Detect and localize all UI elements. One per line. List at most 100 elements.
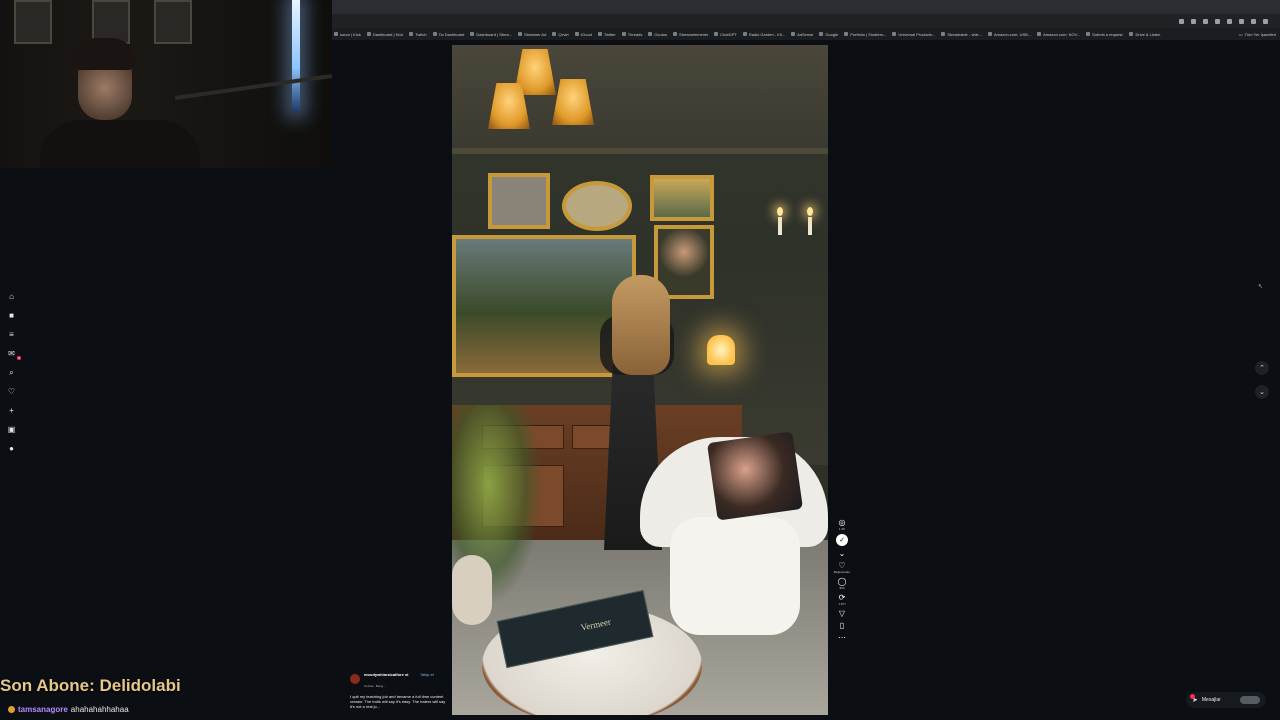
painting-frame [650, 175, 714, 221]
coins-button[interactable]: ◎ 1.3K [839, 518, 846, 531]
plus-icon[interactable]: + [5, 404, 18, 417]
favicon-icon [844, 32, 849, 36]
bookmark[interactable]: Streamer Ad [518, 32, 546, 37]
bookmark[interactable]: ChatGPT [714, 32, 737, 37]
bookmark[interactable]: Twitch [409, 32, 427, 37]
bookmark[interactable]: Twitter [597, 32, 616, 37]
bookmark[interactable]: Google [819, 32, 838, 37]
candle-flame [807, 207, 813, 216]
message-icon[interactable]: ▣ [5, 423, 18, 436]
bookmark-label: Ocutus [654, 31, 668, 37]
list-icon[interactable]: ≡ [5, 328, 18, 341]
extension-icon[interactable] [1203, 18, 1208, 24]
bookmark-label: Streamer Ad [524, 31, 547, 37]
bookmark[interactable]: Drive & Listen [1129, 32, 1160, 37]
bookmark-label: Amazon.com: USB... [994, 31, 1032, 37]
bookmark[interactable]: Universal Products... [892, 32, 935, 37]
bookmark-button[interactable]: ▯ [840, 621, 844, 630]
bookmark-icon: ▯ [839, 621, 845, 630]
bookmark-label: Streamelements [679, 31, 709, 37]
like-label: Beğenmeler [833, 570, 851, 574]
extension-icon[interactable] [1179, 18, 1184, 24]
menu-icon[interactable] [1263, 18, 1268, 24]
bookmark[interactable]: Amazon.com: USB... [988, 32, 1031, 37]
favicon-icon [334, 32, 338, 36]
creator-username[interactable]: moodywhimsicalfore st [364, 672, 416, 677]
chevron-down-icon[interactable]: ⌄ [839, 549, 846, 558]
previous-video-button[interactable]: ⌃ [1255, 361, 1269, 375]
bookmark[interactable]: sonor | Kick [334, 32, 361, 37]
profile-icon[interactable]: ● [5, 442, 18, 455]
next-video-button[interactable]: ⌄ [1255, 385, 1269, 399]
share-button[interactable]: ▽ [839, 609, 845, 618]
follow-avatar-button[interactable]: ✓ [836, 534, 848, 546]
led-light-bar [292, 0, 300, 112]
bookmark[interactable]: Dashboard | Strea... [470, 32, 512, 37]
inbox-icon[interactable]: ✉ 2 [5, 347, 21, 360]
extension-icon[interactable] [1227, 18, 1232, 24]
browser-toolbar [332, 14, 1280, 28]
bookmark[interactable]: AdSense [791, 32, 813, 37]
bookmark[interactable]: Threads [621, 32, 642, 37]
favicon-icon [988, 32, 992, 36]
bookmark[interactable]: iCloud [574, 31, 592, 37]
tiktok-sidebar: ⌂ ■ ≡ ✉ 2 ⌕ ♡ + ▣ ● [5, 290, 21, 455]
extension-icon[interactable] [1239, 18, 1244, 24]
bookmark[interactable]: Ocutus [648, 32, 667, 37]
painting-frame [488, 173, 550, 229]
last-subscriber-text: Son Abone: Delidolabi [0, 676, 181, 695]
candle [808, 217, 812, 235]
following-icon[interactable]: ■ [5, 309, 18, 322]
bookmark[interactable]: Radio Garden - Kli... [742, 32, 785, 37]
bookmark-label: Google [825, 31, 839, 37]
bookmark-label: iCloud [580, 31, 592, 37]
more-icon: ⋯ [838, 633, 846, 642]
follow-button[interactable]: Takip et [420, 672, 434, 677]
bookmark[interactable]: Streamelements [673, 32, 708, 37]
all-bookmarks-label: Tüm Yer İşaretleri [1244, 31, 1276, 37]
bookmark[interactable]: Amazon.com: KOV... [1037, 32, 1080, 37]
bookmark[interactable]: Dashboard | Kick [366, 31, 404, 37]
creator-avatar[interactable] [350, 674, 360, 684]
inbox-badge: 2 [17, 356, 21, 360]
bookmark[interactable]: Portfolio | Shutters... [844, 32, 886, 37]
favicon-icon [941, 32, 946, 36]
messages-button[interactable]: ➤ Mesajlar [1186, 692, 1266, 708]
like-button[interactable]: ♡ Beğenmeler [834, 561, 850, 574]
bookmark-label: sonor | Kick [340, 31, 361, 37]
mouse-cursor-icon: ↖ [1258, 284, 1264, 290]
share-icon: ▽ [838, 609, 846, 618]
bookmarks-bar: sonor | Kick Dashboard | Kick Twitch Tw … [332, 28, 1280, 40]
bookmark[interactable]: Tw Dashboard [432, 31, 465, 37]
crown-molding [452, 148, 828, 154]
home-icon[interactable]: ⌂ [5, 290, 18, 303]
favicon-icon [366, 32, 371, 36]
search-icon[interactable]: ⌕ [5, 366, 18, 379]
profile-icon[interactable] [1251, 18, 1256, 24]
armchair-seat [670, 517, 800, 635]
bookmark[interactable]: Submit a request: [1086, 32, 1123, 37]
floral-pillow [706, 431, 804, 521]
music-label[interactable]: Cocina · Beng... [364, 684, 386, 688]
video-player[interactable]: Vermeer [452, 45, 828, 715]
bookmark-label: Tw Dashboard [438, 31, 465, 37]
favicon-icon [432, 32, 437, 36]
bookmark-label: Dashboard | Kick [372, 31, 404, 37]
bookmark-star-icon[interactable] [1191, 18, 1196, 24]
heart-icon[interactable]: ♡ [5, 385, 18, 398]
chat-username: tamsanagore [18, 705, 68, 714]
comment-button[interactable]: ◯ 904 [838, 577, 847, 590]
bookmark-label: Portfolio | Shutters... [850, 31, 887, 37]
more-button[interactable]: ⋯ [838, 633, 846, 642]
bookmark[interactable]: Çeviri [552, 32, 569, 37]
extension-icon[interactable] [1215, 18, 1220, 24]
repost-count: 1.977 [838, 602, 846, 606]
all-bookmarks-button[interactable]: ▭ Tüm Yer İşaretleri [1239, 28, 1276, 40]
bookmark[interactable]: Streamable - vide... [941, 32, 982, 37]
repost-button[interactable]: ⟳ 1.977 [838, 593, 846, 606]
chat-badge-icon [8, 706, 15, 713]
favicon-icon [742, 32, 747, 36]
chat-message: tamsanagore ahahahahhahaa [8, 705, 129, 714]
favicon-icon [518, 32, 523, 36]
microphone-arm [174, 73, 332, 100]
